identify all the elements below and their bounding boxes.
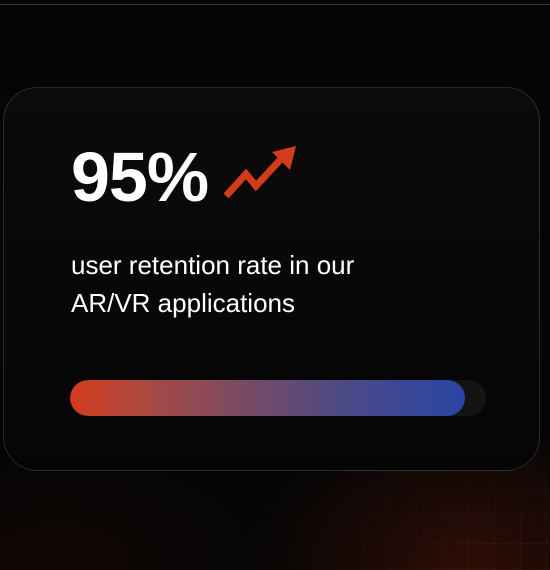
- retention-progress-bar: [70, 380, 486, 416]
- stat-card: 95% user retention rate in our AR/VR app…: [3, 87, 540, 471]
- retention-progress-fill: [70, 380, 466, 416]
- stat-headline: 95%: [71, 142, 300, 212]
- stat-value: 95%: [71, 138, 209, 216]
- trending-up-arrow-icon: [223, 146, 297, 199]
- top-divider: [0, 4, 550, 5]
- stat-description-line-2: AR/VR applications: [71, 288, 295, 318]
- page: { "stat": { "value": "95%", "description…: [0, 0, 550, 570]
- stat-description: user retention rate in our AR/VR applica…: [71, 246, 451, 322]
- stat-description-line-1: user retention rate in our: [71, 250, 355, 280]
